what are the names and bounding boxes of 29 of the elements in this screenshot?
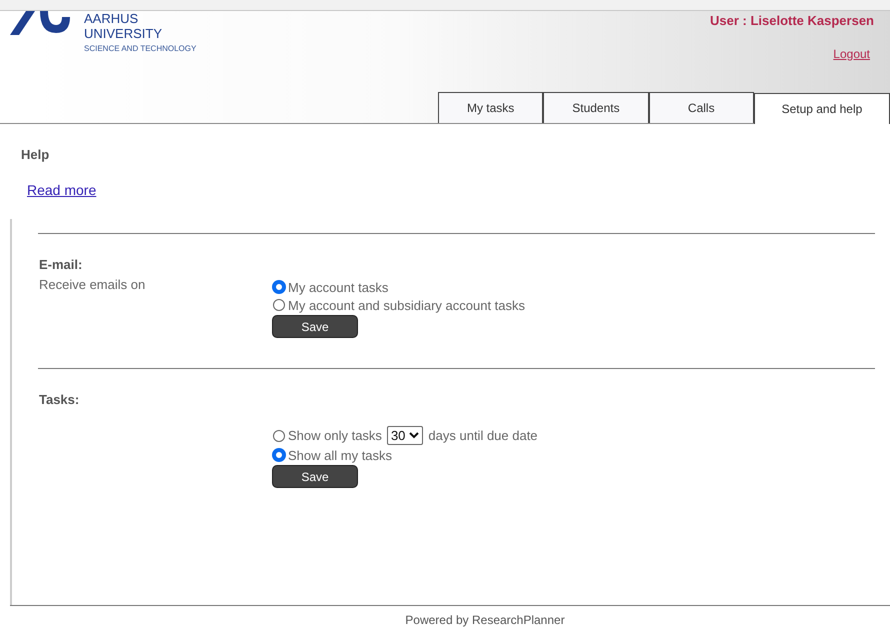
logo-text: AARHUS — [84, 11, 140, 26]
logo-icon — [10, 11, 70, 37]
radio-button[interactable] — [273, 281, 285, 293]
option-label: Show only tasks — [288, 428, 382, 443]
help-heading: Help — [21, 147, 50, 162]
section-title: E-mail: — [39, 257, 84, 272]
logout-link[interactable]: Logout — [833, 47, 870, 61]
logo-subtitle: SCIENCE AND TECHNOLOGY — [84, 44, 196, 53]
nav-tab[interactable]: Students — [543, 92, 649, 123]
nav-tab[interactable]: Calls — [648, 92, 754, 123]
save-button[interactable]: Save — [272, 465, 358, 488]
radio-button[interactable] — [273, 449, 285, 461]
user-name: User : Liselotte Kaspersen — [710, 13, 874, 28]
save-button[interactable]: Save — [272, 315, 358, 338]
field-label: Receive emails on — [39, 277, 146, 292]
radio-button[interactable] — [273, 299, 285, 311]
logo-text: UNIVERSITY — [84, 26, 164, 41]
read-more-link[interactable]: Read more — [27, 182, 96, 198]
option-label: My account and subsidiary account tasks — [288, 298, 526, 312]
nav-tab[interactable]: My tasks — [438, 92, 544, 123]
option-label: My account tasks — [288, 280, 388, 294]
days-dropdown[interactable]: 30 — [386, 426, 424, 445]
chevron-icon — [409, 432, 420, 439]
option-label: days until due date — [428, 428, 538, 443]
nav-tab[interactable]: Setup and help — [754, 93, 890, 124]
radio-button[interactable] — [273, 430, 285, 442]
option-label: Show all my tasks — [288, 448, 392, 462]
section-title: Tasks: — [39, 392, 80, 407]
footer-text: Powered by ResearchPlanner — [405, 613, 565, 627]
